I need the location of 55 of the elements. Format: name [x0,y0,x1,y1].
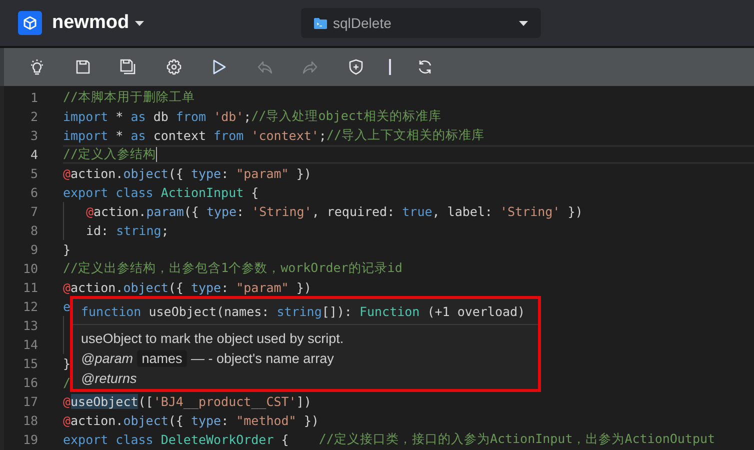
line-number: 1 [29,90,38,105]
code-line: / [63,375,71,390]
floppy-disks-button[interactable] [120,59,136,75]
line-number: 7 [29,204,38,219]
line-number: 5 [29,166,38,181]
line-number: 19 [22,432,38,447]
code-line: //定义出参结构，出参包含1个参数，workOrder的记录id [63,260,402,277]
line-number: 6 [29,185,38,200]
line-number: 2 [29,109,38,124]
line-number: 14 [22,337,38,352]
refresh-button[interactable] [416,59,432,75]
file-dropdown[interactable]: sqlDelete [301,8,541,38]
file-name: sqlDelete [333,15,392,31]
caret-icon [135,20,144,26]
code-line: export class ActionInput { [63,185,259,200]
line-number: 11 [22,280,38,295]
line-number: 17 [22,394,38,409]
line-number: 4 [29,147,38,162]
code-line: import * as db from 'db';//导入处理object相关的标准库 [63,108,442,125]
code-line: import * as context from 'context';//导入上下文相关的标准库 [63,127,484,144]
line-number: 10 [22,261,38,276]
code-line: e [63,299,71,314]
line-number: 18 [22,413,38,428]
code-line: @action.param({ type: 'String', required: true, label: 'String' }) [86,204,583,219]
cube-logo-icon [18,11,42,35]
code-line: @useObject(['BJ4__product__CST']) [63,394,312,409]
text-cursor [156,147,158,162]
shield-plus-button[interactable] [348,59,364,75]
line-number: 16 [22,375,38,390]
folder-icon [314,18,327,28]
code-line: export class DeleteWorkOrder { //定义接口类，接口的入参为ActionInput，出参为ActionOutput [63,431,716,448]
code-line: @action.object({ type: "method" }) [63,413,319,428]
code-line: @action.object({ type: "param" }) [63,280,312,295]
returns-tag: @returns [81,371,530,387]
line-number: 8 [29,223,38,238]
code-line: } [63,356,71,371]
param-description: @param names — - object's name array [81,351,335,367]
floppy-disk-button[interactable] [74,59,90,75]
line-number: 3 [29,128,38,143]
code-line: //本脚本用于删除工单 [63,89,196,106]
code-line: } [63,242,71,257]
line-number: 13 [22,318,38,333]
function-signature: function useObject(names: string[]): Function (+1 overload) [81,304,526,319]
line-number: 15 [22,356,38,371]
code-line: @action.object({ type: "param" }) [63,166,312,181]
line-number: 9 [29,242,38,257]
project-dropdown[interactable]: newmod [52,12,144,34]
description-text: useObject to mark the object used by script. [81,331,345,347]
play-button[interactable] [211,59,227,75]
settings-button[interactable] [166,59,182,75]
bulb-button[interactable] [29,59,45,75]
caret-icon [519,20,528,26]
code-line: id: string; [86,223,169,238]
line-number: 12 [22,299,38,314]
code-line: //定义入参结构 [63,146,158,163]
